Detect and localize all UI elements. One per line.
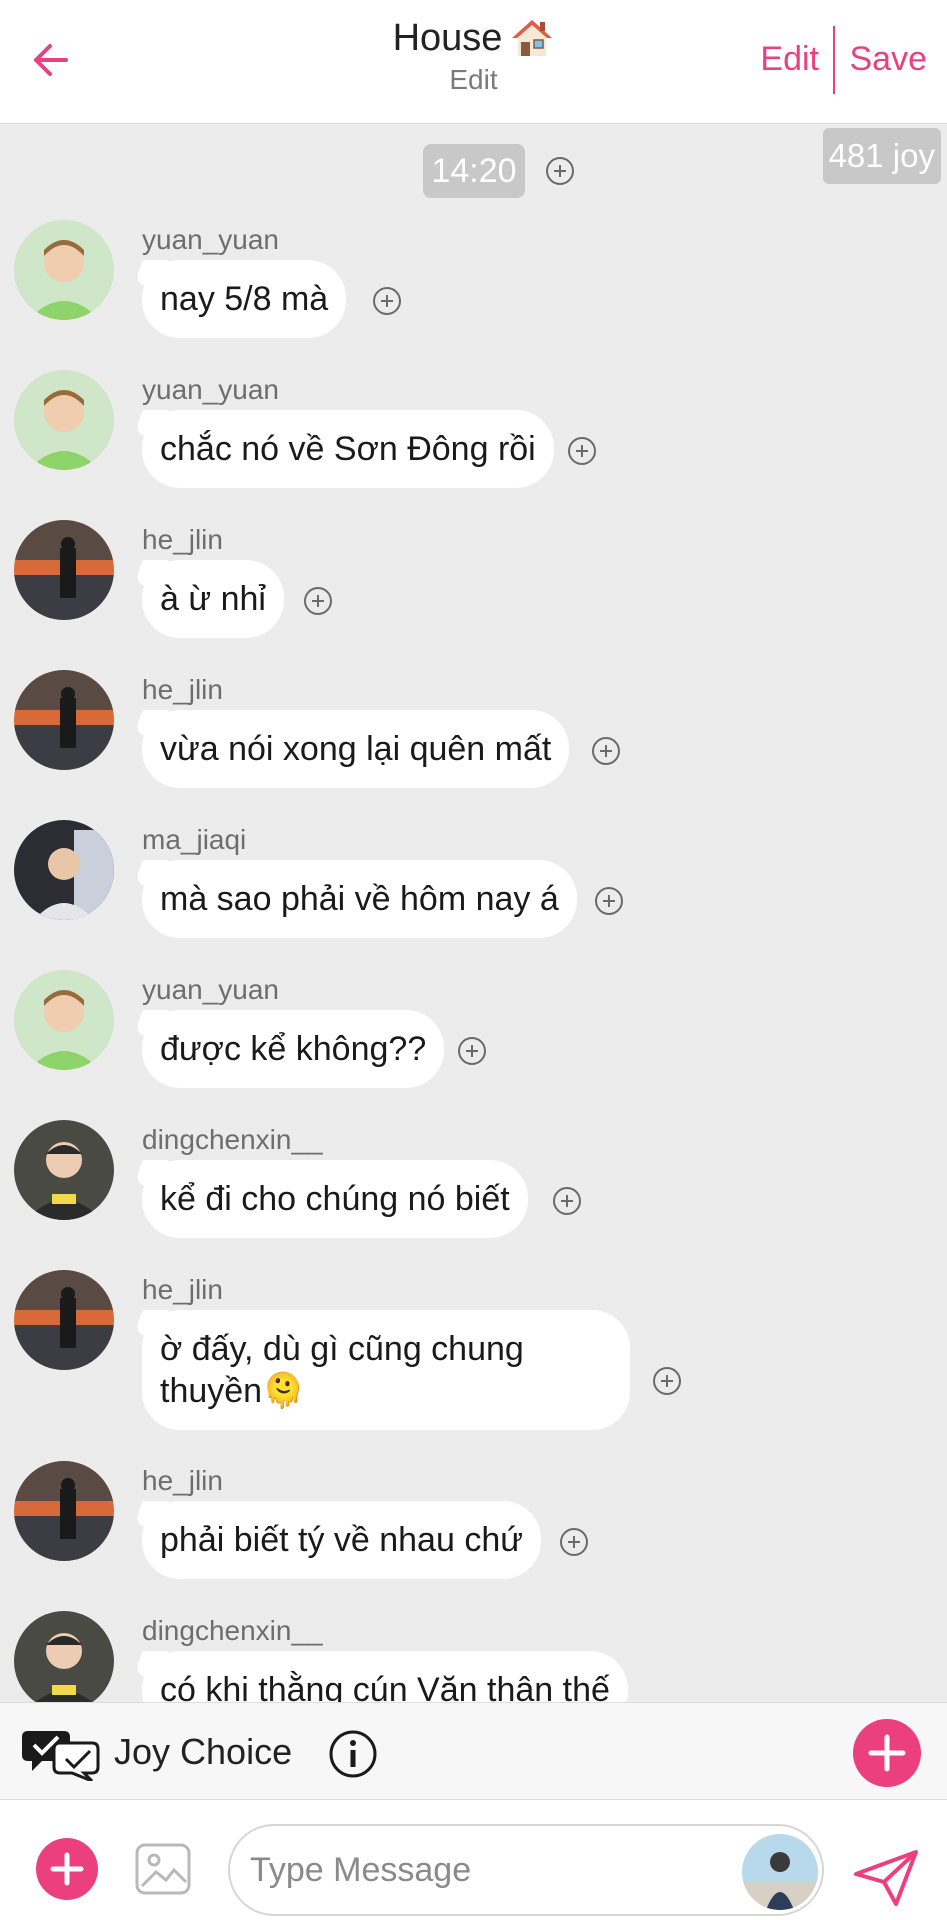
plus-circle-icon[interactable] (652, 1366, 682, 1396)
avatar[interactable] (14, 220, 114, 320)
plus-circle-icon[interactable] (594, 886, 624, 916)
info-icon[interactable] (328, 1729, 378, 1779)
plus-circle-icon[interactable] (552, 1186, 582, 1216)
message-username: yuan_yuan (142, 224, 280, 255)
message-bubble[interactable]: được kể không?? (142, 1010, 445, 1088)
chat-check-icon[interactable] (22, 1725, 102, 1781)
avatar[interactable] (14, 1270, 114, 1370)
avatar[interactable] (14, 820, 114, 920)
message-bubble[interactable]: mà sao phải về hôm nay á (142, 860, 577, 938)
message-username: yuan_yuan (142, 374, 280, 405)
message-username: he_jlin (142, 524, 223, 555)
joy-choice-label[interactable]: Joy Choice (114, 1731, 292, 1773)
message-bubble[interactable]: vừa nói xong lại quên mất (142, 710, 570, 788)
send-icon[interactable] (852, 1848, 920, 1908)
plus-circle-icon[interactable] (567, 436, 597, 466)
message-bubble[interactable]: phải biết tý về nhau chứ (142, 1501, 541, 1579)
message-username: he_jlin (142, 1465, 223, 1496)
avatar[interactable] (14, 670, 114, 770)
plus-icon (868, 1734, 906, 1772)
message-bubble[interactable]: chắc nó về Sơn Đông rồi (142, 410, 554, 488)
page-title: House (392, 16, 503, 59)
joy-add-button[interactable] (853, 1719, 921, 1787)
header-divider (833, 26, 835, 94)
message-bubble[interactable]: ờ đấy, dù gì cũng chung thuyền🫠 (142, 1310, 630, 1430)
avatar[interactable] (14, 1611, 114, 1702)
joy-counter: 481 joy (822, 128, 941, 184)
edit-button[interactable]: Edit (760, 40, 819, 79)
message-username: yuan_yuan (142, 974, 280, 1005)
message-bubble[interactable]: à ừ nhỉ (142, 560, 284, 638)
house-icon (512, 20, 553, 56)
avatar[interactable] (742, 1834, 818, 1910)
plus-circle-icon[interactable] (372, 286, 402, 316)
message-username: he_jlin (142, 1274, 223, 1305)
plus-icon (50, 1852, 84, 1886)
message-username: dingchenxin__ (142, 1615, 323, 1646)
plus-circle-icon[interactable] (457, 1036, 487, 1066)
avatar[interactable] (14, 520, 114, 620)
plus-circle-icon[interactable] (303, 586, 333, 616)
chat-area[interactable]: 14:20 481 joy yuan_yuan nay 5/8 mà yuan_… (0, 124, 947, 1702)
plus-circle-icon[interactable] (591, 736, 621, 766)
app-header: House Edit Edit Save (0, 0, 947, 124)
joy-choice-bar: Joy Choice (0, 1702, 947, 1800)
message-composer (0, 1800, 947, 1920)
plus-circle-icon[interactable] (545, 156, 575, 186)
plus-circle-icon[interactable] (559, 1527, 589, 1557)
image-icon[interactable] (134, 1842, 192, 1896)
time-stamp: 14:20 (423, 144, 525, 198)
avatar[interactable] (14, 370, 114, 470)
add-button[interactable] (36, 1838, 98, 1900)
message-bubble[interactable]: kể đi cho chúng nó biết (142, 1160, 528, 1238)
message-username: he_jlin (142, 674, 223, 705)
save-button[interactable]: Save (850, 40, 928, 79)
avatar[interactable] (14, 1120, 114, 1220)
avatar[interactable] (14, 1461, 114, 1561)
message-bubble[interactable]: có khi thằng cún Văn thân thế (142, 1651, 628, 1702)
message-username: dingchenxin__ (142, 1124, 323, 1155)
avatar[interactable] (14, 970, 114, 1070)
message-bubble[interactable]: nay 5/8 mà (142, 260, 347, 338)
message-username: ma_jiaqi (142, 824, 247, 855)
message-input[interactable] (228, 1824, 824, 1916)
